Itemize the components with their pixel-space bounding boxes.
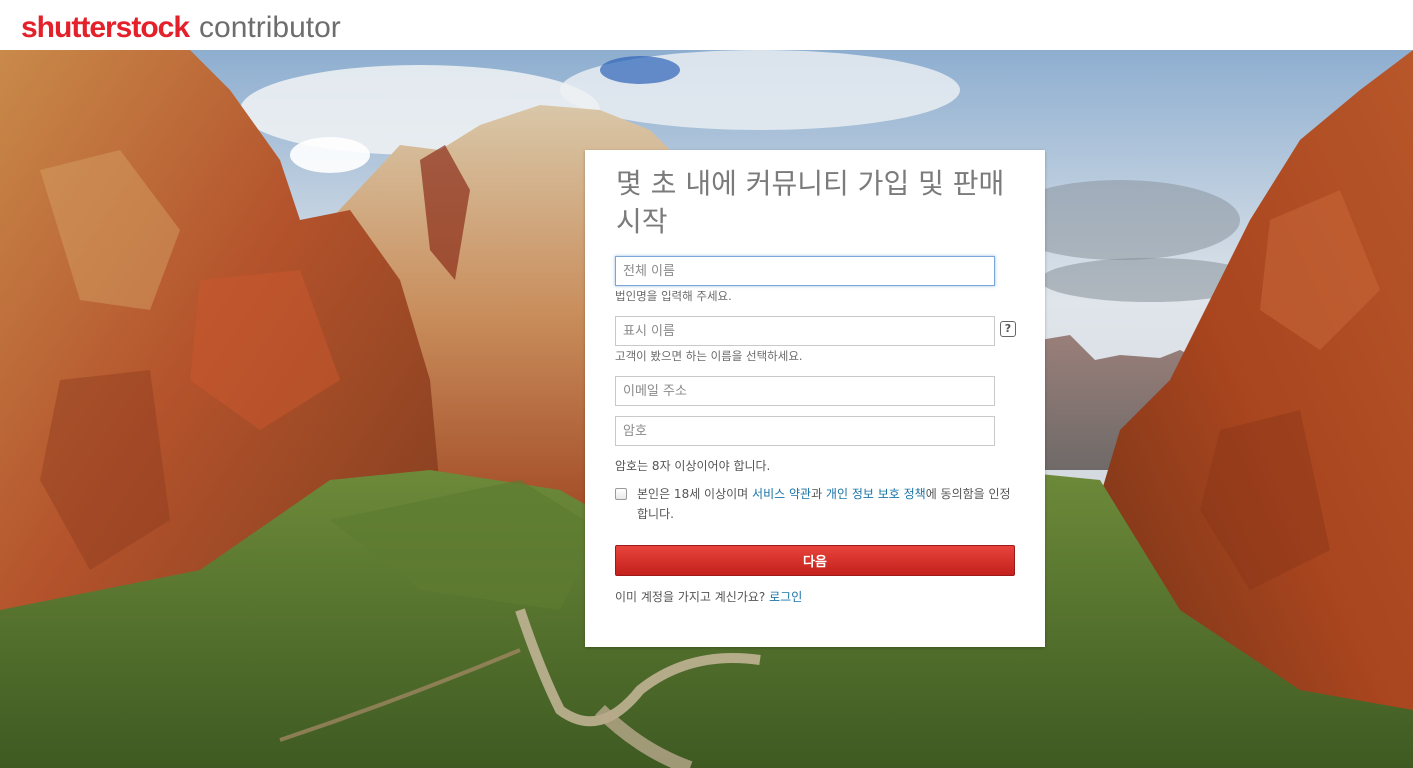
consent-text-middle: 과 xyxy=(811,487,826,501)
logo-brand-text: shutterstock xyxy=(21,11,190,44)
consent-checkbox[interactable] xyxy=(615,488,627,500)
full-name-hint: 법인명을 입력해 주세요. xyxy=(615,289,732,303)
login-link[interactable]: 로그인 xyxy=(769,590,802,604)
full-name-input[interactable] xyxy=(615,256,995,286)
email-input[interactable] xyxy=(615,376,995,406)
login-prompt-text: 이미 계정을 가지고 계신가요? xyxy=(615,590,770,604)
signup-title: 몇 초 내에 커뮤니티 가입 및 판매 시작 xyxy=(616,167,1005,238)
terms-of-service-link[interactable]: 서비스 약관 xyxy=(752,487,811,501)
signup-card: 몇 초 내에 커뮤니티 가입 및 판매 시작 법인명을 입력해 주세요. ? 고… xyxy=(585,150,1045,647)
password-requirement-note: 암호는 8자 이상이어야 합니다. xyxy=(615,459,771,473)
login-prompt-row: 이미 계정을 가지고 계신가요? 로그인 xyxy=(615,588,802,605)
shutterstock-contributor-logo[interactable]: shutterstock contributor xyxy=(21,10,341,46)
display-name-input[interactable] xyxy=(615,316,995,346)
consent-text-before: 본인은 18세 이상이며 xyxy=(637,487,753,501)
top-header: shutterstock contributor xyxy=(0,0,1413,50)
help-icon[interactable]: ? xyxy=(1000,321,1016,337)
display-name-hint: 고객이 봤으면 하는 이름을 선택하세요. xyxy=(615,349,803,363)
consent-text: 본인은 18세 이상이며 서비스 약관과 개인 정보 보호 정책에 동의함을 인… xyxy=(637,484,1017,524)
password-input[interactable] xyxy=(615,416,995,446)
logo-product-text: contributor xyxy=(199,11,341,44)
privacy-policy-link[interactable]: 개인 정보 보호 정책 xyxy=(826,487,926,501)
next-button[interactable]: 다음 xyxy=(615,545,1015,576)
